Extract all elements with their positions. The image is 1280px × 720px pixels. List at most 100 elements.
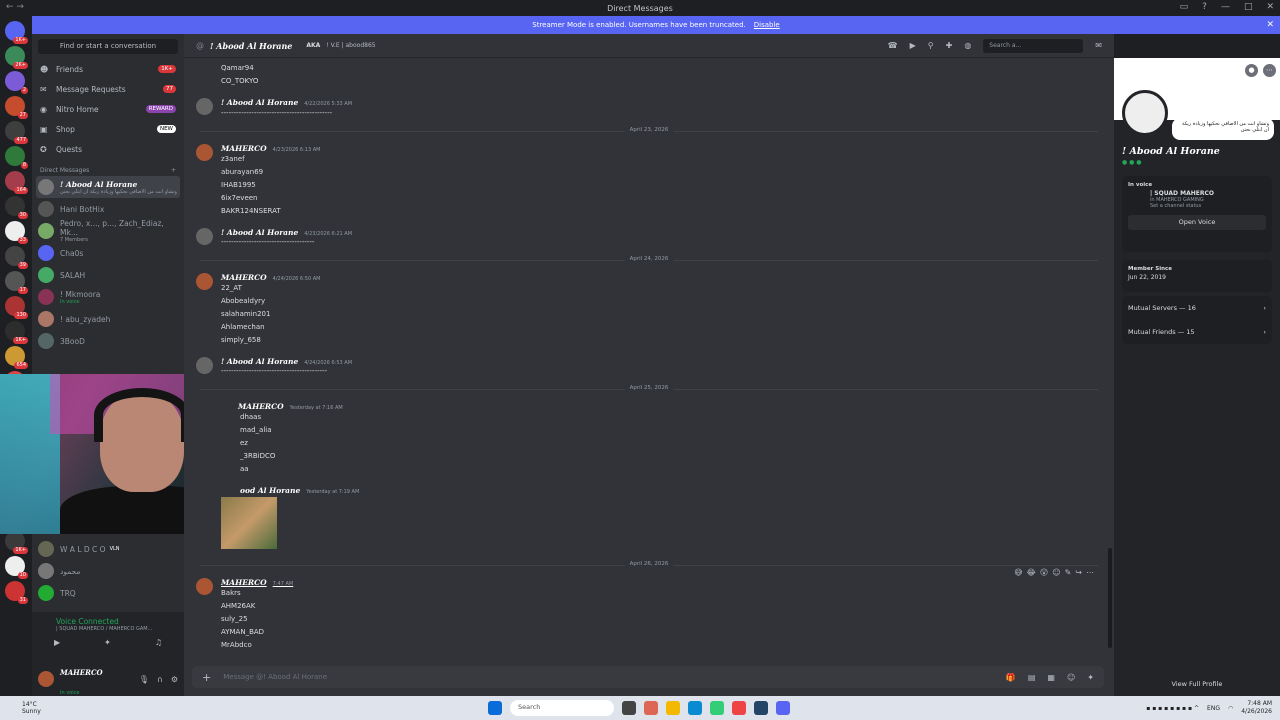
inbox-icon[interactable]: ▭: [1180, 2, 1189, 12]
message-author[interactable]: ! Abood Al Horane 4/24/2026 6:53 AM: [221, 357, 352, 366]
server-icon[interactable]: 39: [5, 246, 28, 269]
chrome-icon[interactable]: [732, 701, 746, 715]
task-view-icon[interactable]: [622, 701, 636, 715]
server-icon[interactable]: 130: [5, 296, 28, 319]
message-author[interactable]: MAHERCO 7:47 AM: [221, 578, 293, 587]
tray-icons[interactable]: ▪ ▪ ▪ ▪ ▪ ▪ ▪ ▪ ^: [1146, 705, 1199, 712]
forward-icon[interactable]: ↪: [1075, 568, 1082, 577]
server-icon[interactable]: 30: [5, 196, 28, 219]
message-author[interactable]: ! Abood Al Horane 4/22/2026 5:33 AM: [221, 98, 352, 107]
maximize-button[interactable]: □: [1244, 2, 1253, 12]
sticker-icon[interactable]: ▦: [1047, 673, 1055, 682]
user-icon[interactable]: ●: [1245, 64, 1258, 77]
avatar[interactable]: [38, 671, 54, 687]
message-author[interactable]: MAHERCO 4/23/2026 6:13 AM: [221, 144, 320, 153]
find-conversation-button[interactable]: Find or start a conversation: [38, 39, 178, 54]
message-author[interactable]: ! Abood Al Horane 4/23/2026 6:21 AM: [221, 228, 352, 237]
dm-item[interactable]: Pedro, x..., p..., Zach_Ediaz, Mk... 7 Me…: [32, 219, 184, 243]
home-server-icon[interactable]: 1K+: [5, 21, 28, 44]
nav-friends[interactable]: ☻ Friends 1K+: [32, 59, 184, 79]
gif-icon[interactable]: ▤: [1028, 673, 1036, 682]
add-dm-icon[interactable]: +: [171, 167, 176, 174]
avatar[interactable]: [196, 578, 213, 595]
dm-item[interactable]: 3BooD: [32, 330, 184, 352]
server-icon[interactable]: 33: [5, 221, 28, 244]
server-icon[interactable]: 164: [5, 171, 28, 194]
dm-item[interactable]: TRQ: [32, 582, 184, 604]
dm-item[interactable]: SALAH: [32, 264, 184, 286]
server-icon[interactable]: 2K+: [5, 46, 28, 69]
message-author[interactable]: ood Al Horane Yesterday at 7:19 AM: [240, 486, 359, 495]
server-icon[interactable]: 27: [5, 96, 28, 119]
dm-item[interactable]: Cha0s: [32, 242, 184, 264]
server-icon[interactable]: 10: [5, 556, 28, 579]
inbox-icon[interactable]: ✉: [1095, 41, 1102, 50]
dm-item[interactable]: ! Abood Al Horane وتشاو انت من الاضافي نح…: [36, 176, 180, 198]
edit-icon[interactable]: ✎: [1065, 568, 1072, 577]
more-icon[interactable]: ⋯: [1086, 568, 1094, 577]
add-reaction-icon[interactable]: ☺: [1052, 568, 1060, 577]
file-explorer-icon[interactable]: [666, 701, 680, 715]
disable-button[interactable]: Disable: [754, 21, 780, 29]
camera-icon[interactable]: ▶: [54, 638, 60, 647]
avatar[interactable]: [196, 144, 213, 161]
gift-icon[interactable]: 🎁: [1006, 673, 1016, 682]
channel-status[interactable]: Set a channel status: [1122, 203, 1272, 209]
server-icon[interactable]: 8: [5, 146, 28, 169]
app-icon[interactable]: [754, 701, 768, 715]
nav-quests[interactable]: ✪ Quests: [32, 139, 184, 159]
settings-gear-icon[interactable]: ⚙: [171, 675, 178, 684]
avatar[interactable]: [196, 273, 213, 290]
dm-item[interactable]: محمود: [32, 560, 184, 582]
nav-nitro-home[interactable]: ◉ Nitro Home REWARD: [32, 99, 184, 119]
emoji-reaction-icon[interactable]: 😂: [1027, 568, 1036, 577]
back-forward-icon[interactable]: ← →: [6, 2, 24, 12]
discord-icon[interactable]: [776, 701, 790, 715]
server-icon[interactable]: 17: [5, 271, 28, 294]
more-icon[interactable]: ⋯: [1263, 64, 1276, 77]
emoji-reaction-icon[interactable]: 😮: [1040, 568, 1048, 577]
server-icon[interactable]: 2: [5, 71, 28, 94]
view-full-profile-button[interactable]: View Full Profile: [1114, 680, 1280, 688]
soundboard-icon[interactable]: ♫: [155, 638, 162, 647]
weather-widget[interactable]: 14°C Sunny: [0, 701, 41, 715]
mic-icon[interactable]: 🎙: [139, 675, 149, 684]
nav-shop[interactable]: ▣ Shop NEW: [32, 119, 184, 139]
open-voice-button[interactable]: Open Voice: [1128, 215, 1266, 230]
language-indicator[interactable]: ENG: [1207, 705, 1220, 712]
dm-item[interactable]: ! abu_zyadeh: [32, 308, 184, 330]
mutual-servers-row[interactable]: Mutual Servers — 16 ›: [1122, 296, 1272, 320]
close-window-button[interactable]: ✕: [1266, 2, 1274, 12]
avatar[interactable]: [196, 228, 213, 245]
headphones-icon[interactable]: ∩: [157, 675, 163, 684]
apps-icon[interactable]: ✦: [1087, 673, 1094, 682]
message-input[interactable]: + Message @! Abood Al Horane 🎁 ▤ ▦ ☺ ✦: [192, 666, 1104, 688]
dm-item[interactable]: W A L D C O VLN: [32, 538, 184, 560]
close-icon[interactable]: ✕: [1266, 20, 1274, 30]
dm-item[interactable]: Hani BotHix: [32, 198, 184, 220]
server-icon[interactable]: 477: [5, 121, 28, 144]
scrollbar[interactable]: [1108, 548, 1112, 648]
attach-plus-icon[interactable]: +: [202, 671, 211, 684]
nav-message-requests[interactable]: ✉ Message Requests 77: [32, 79, 184, 99]
pin-icon[interactable]: ⚲: [928, 41, 934, 50]
server-icon[interactable]: 1K+: [5, 531, 28, 554]
call-icon[interactable]: ☎: [888, 41, 898, 50]
profile-avatar[interactable]: [1122, 90, 1168, 136]
windows-start-icon[interactable]: [488, 701, 502, 715]
add-friend-icon[interactable]: ✚: [946, 41, 953, 50]
store-icon[interactable]: [710, 701, 724, 715]
avatar[interactable]: [196, 98, 213, 115]
activity-icon[interactable]: ✦: [104, 638, 111, 647]
server-icon[interactable]: 31: [5, 581, 28, 604]
server-icon[interactable]: 654: [5, 346, 28, 369]
message-author[interactable]: MAHERCO Yesterday at 7:16 AM: [238, 402, 343, 411]
edge-icon[interactable]: [688, 701, 702, 715]
copilot-icon[interactable]: [644, 701, 658, 715]
video-icon[interactable]: ▶: [910, 41, 916, 50]
dm-item[interactable]: ! Mkmoora In voice: [32, 286, 184, 308]
clock[interactable]: 7:48 AM 4/26/2026: [1241, 700, 1272, 716]
avatar[interactable]: [196, 357, 213, 374]
emoji-reaction-icon[interactable]: 😅: [1014, 568, 1022, 577]
minimize-button[interactable]: —: [1221, 2, 1230, 12]
